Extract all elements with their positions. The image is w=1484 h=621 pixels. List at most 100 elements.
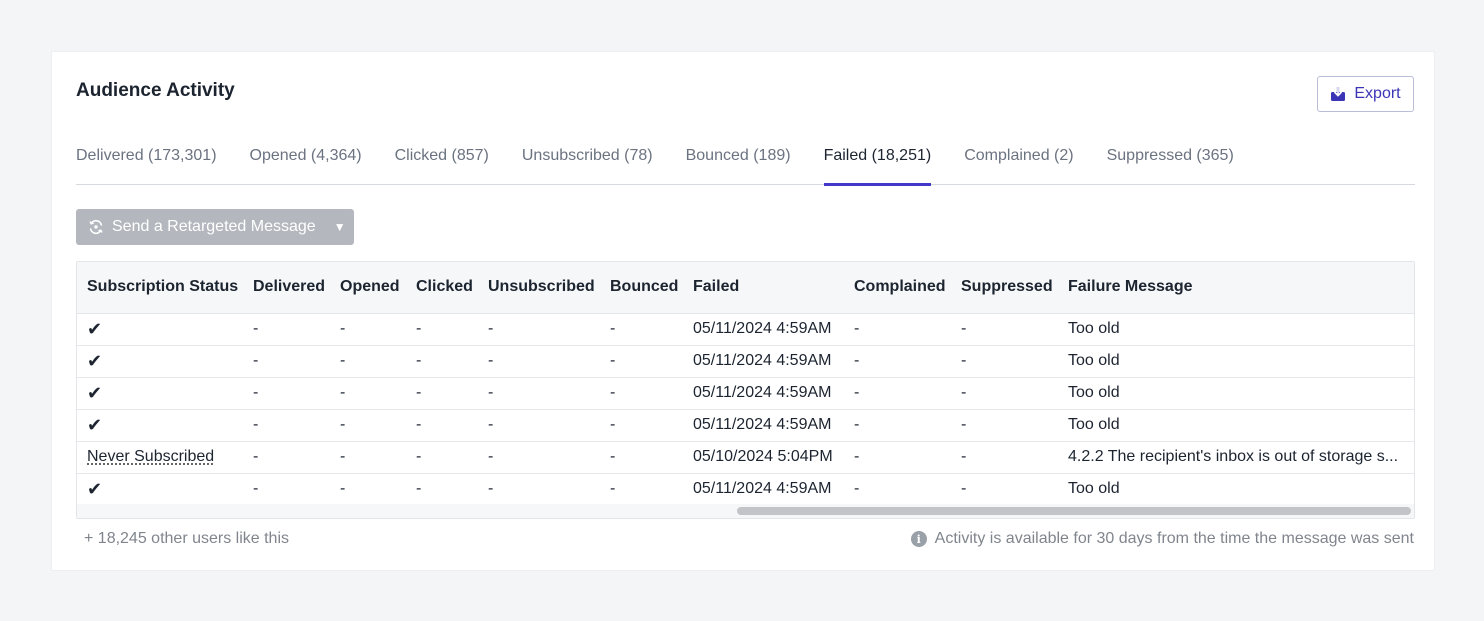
- tab-bounced[interactable]: Bounced (189): [686, 134, 791, 185]
- cell-failed: 05/10/2024 5:04PM: [683, 441, 844, 474]
- cell-delivered: -: [243, 409, 330, 442]
- cell-clicked: -: [406, 409, 478, 442]
- cell-bounced: -: [600, 473, 683, 506]
- scrollbar-thumb[interactable]: [737, 507, 1411, 515]
- other-users-count: + 18,245 other users like this: [84, 530, 290, 547]
- cell-failure-message: Too old: [1058, 409, 1414, 442]
- cell-complained: -: [844, 377, 951, 410]
- cell-failure-message: 4.2.2 The recipient's inbox is out of st…: [1058, 441, 1414, 474]
- cell-suppressed: -: [951, 345, 1058, 378]
- subscribed-check-icon: ✔: [77, 473, 243, 506]
- tab-delivered[interactable]: Delivered (173,301): [76, 134, 217, 185]
- cell-unsubscribed: -: [478, 345, 600, 378]
- cell-bounced: -: [600, 377, 683, 410]
- retention-notice: i Activity is available for 30 days from…: [910, 530, 1414, 548]
- cell-opened: -: [330, 473, 406, 506]
- cell-bounced: -: [600, 313, 683, 346]
- retention-notice-text: Activity is available for 30 days from t…: [934, 530, 1414, 547]
- cell-opened: -: [330, 441, 406, 474]
- col-header-clicked[interactable]: Clicked: [406, 262, 478, 314]
- cell-complained: -: [844, 441, 951, 474]
- tab-opened[interactable]: Opened (4,364): [250, 134, 362, 185]
- cell-failure-message: Too old: [1058, 345, 1414, 378]
- never-subscribed-label[interactable]: Never Subscribed: [87, 448, 214, 465]
- cell-opened: -: [330, 377, 406, 410]
- table-row: ✔ - - - - - 05/11/2024 4:59AM - - Too ol…: [77, 409, 1414, 442]
- subscribed-check-icon: ✔: [77, 345, 243, 378]
- col-header-failure-message[interactable]: Failure Message: [1058, 262, 1414, 314]
- cell-subscription-status: Never Subscribed: [77, 441, 243, 474]
- cell-unsubscribed: -: [478, 473, 600, 506]
- panel-title: Audience Activity: [76, 80, 235, 101]
- export-button[interactable]: Export: [1317, 76, 1414, 112]
- tab-failed[interactable]: Failed (18,251): [823, 134, 931, 186]
- cell-delivered: -: [243, 441, 330, 474]
- cell-suppressed: -: [951, 441, 1058, 474]
- download-icon: [1331, 87, 1346, 101]
- cell-complained: -: [844, 409, 951, 442]
- cell-unsubscribed: -: [478, 313, 600, 346]
- col-header-suppressed[interactable]: Suppressed: [951, 262, 1058, 314]
- col-header-failed[interactable]: Failed: [683, 262, 844, 314]
- audience-activity-panel: Audience Activity Export Delivered (173,…: [51, 51, 1435, 571]
- table-row: ✔ - - - - - 05/11/2024 4:59AM - - Too ol…: [77, 473, 1414, 506]
- tab-suppressed[interactable]: Suppressed (365): [1107, 134, 1234, 185]
- cell-delivered: -: [243, 377, 330, 410]
- cell-clicked: -: [406, 473, 478, 506]
- cell-unsubscribed: -: [478, 441, 600, 474]
- cell-clicked: -: [406, 441, 478, 474]
- horizontal-scrollbar[interactable]: [77, 504, 1414, 518]
- cell-failure-message: Too old: [1058, 313, 1414, 346]
- cell-delivered: -: [243, 345, 330, 378]
- col-header-complained[interactable]: Complained: [844, 262, 951, 314]
- cell-delivered: -: [243, 313, 330, 346]
- cell-delivered: -: [243, 473, 330, 506]
- tab-complained[interactable]: Complained (2): [964, 134, 1073, 185]
- cell-failed: 05/11/2024 4:59AM: [683, 377, 844, 410]
- cell-suppressed: -: [951, 409, 1058, 442]
- retarget-label: Send a Retargeted Message: [112, 218, 316, 235]
- cell-failed: 05/11/2024 4:59AM: [683, 345, 844, 378]
- col-header-opened[interactable]: Opened: [330, 262, 406, 314]
- send-retargeted-message-button[interactable]: Send a Retargeted Message ▼: [76, 209, 354, 245]
- cell-failed: 05/11/2024 4:59AM: [683, 313, 844, 346]
- col-header-unsubscribed[interactable]: Unsubscribed: [478, 262, 600, 314]
- tab-clicked[interactable]: Clicked (857): [395, 134, 489, 185]
- info-icon: i: [910, 531, 927, 547]
- cell-suppressed: -: [951, 473, 1058, 506]
- table-row: ✔ - - - - - 05/11/2024 4:59AM - - Too ol…: [77, 377, 1414, 410]
- activity-tabs: Delivered (173,301) Opened (4,364) Click…: [76, 134, 1415, 186]
- cell-suppressed: -: [951, 313, 1058, 346]
- subscribed-check-icon: ✔: [77, 409, 243, 442]
- subscribed-check-icon: ✔: [77, 313, 243, 346]
- table-header-row: Subscription Status Delivered Opened Cli…: [77, 262, 1414, 314]
- col-header-subscription-status[interactable]: Subscription Status: [77, 262, 243, 314]
- tab-unsubscribed[interactable]: Unsubscribed (78): [522, 134, 653, 185]
- export-label: Export: [1354, 85, 1401, 102]
- col-header-delivered[interactable]: Delivered: [243, 262, 330, 314]
- activity-table: Subscription Status Delivered Opened Cli…: [76, 261, 1415, 519]
- cell-clicked: -: [406, 345, 478, 378]
- cell-unsubscribed: -: [478, 409, 600, 442]
- cell-opened: -: [330, 345, 406, 378]
- cell-clicked: -: [406, 313, 478, 346]
- cell-bounced: -: [600, 345, 683, 378]
- table-row: ✔ - - - - - 05/11/2024 4:59AM - - Too ol…: [77, 313, 1414, 346]
- cell-clicked: -: [406, 377, 478, 410]
- cell-suppressed: -: [951, 377, 1058, 410]
- cell-failed: 05/11/2024 4:59AM: [683, 473, 844, 506]
- cell-failure-message: Too old: [1058, 377, 1414, 410]
- cell-complained: -: [844, 345, 951, 378]
- caret-down-icon: ▼: [333, 220, 346, 234]
- subscribed-check-icon: ✔: [77, 377, 243, 410]
- retarget-icon: [89, 219, 103, 235]
- cell-failure-message: Too old: [1058, 473, 1414, 506]
- cell-complained: -: [844, 313, 951, 346]
- table-row: ✔ - - - - - 05/11/2024 4:59AM - - Too ol…: [77, 345, 1414, 378]
- cell-bounced: -: [600, 409, 683, 442]
- cell-failed: 05/11/2024 4:59AM: [683, 409, 844, 442]
- col-header-bounced[interactable]: Bounced: [600, 262, 683, 314]
- cell-bounced: -: [600, 441, 683, 474]
- cell-opened: -: [330, 313, 406, 346]
- cell-unsubscribed: -: [478, 377, 600, 410]
